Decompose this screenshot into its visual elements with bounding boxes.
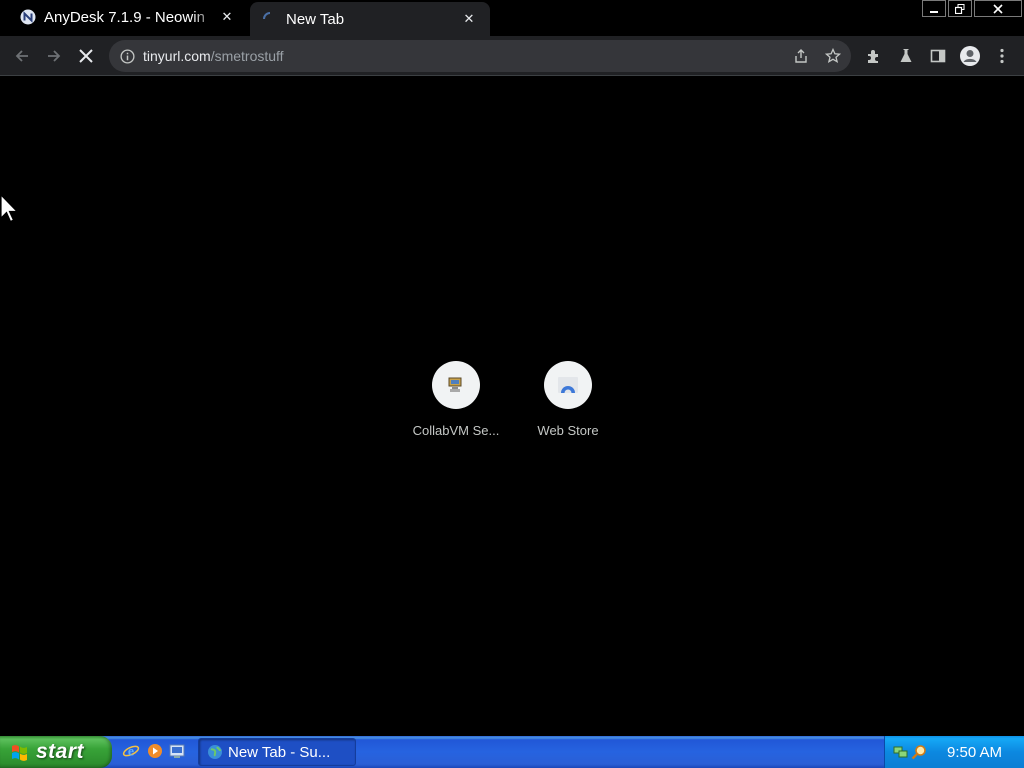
loading-spinner-icon — [262, 11, 278, 27]
tab-title: New Tab — [286, 10, 345, 28]
search-icon[interactable] — [911, 744, 927, 760]
address-url: tinyurl.com/smetrostuff — [143, 48, 284, 64]
minimize-icon — [930, 10, 938, 13]
tab-new-tab[interactable]: New Tab ✕ — [250, 2, 490, 36]
restore-icon — [955, 3, 965, 14]
shortcut-tile[interactable] — [544, 361, 592, 409]
browser-toolbar: tinyurl.com/smetrostuff — [0, 36, 1024, 76]
profile-button[interactable] — [958, 44, 982, 68]
extensions-button[interactable] — [862, 44, 886, 68]
avatar-icon — [960, 46, 980, 66]
window-controls — [922, 0, 1022, 17]
stop-icon — [79, 49, 93, 63]
clock: 9:50 AM — [947, 743, 1003, 761]
url-path: /smetrostuff — [210, 48, 284, 64]
task-button-label: New Tab - Su... — [228, 743, 331, 761]
shortcut-label: Web Store — [537, 423, 599, 438]
restore-button[interactable] — [948, 0, 972, 17]
windows-flag-icon — [12, 745, 27, 761]
info-icon[interactable] — [119, 48, 135, 64]
show-desktop-icon[interactable] — [168, 742, 186, 760]
browser-tab-strip: AnyDesk 7.1.9 - Neowin ✕ New Tab ✕ — [0, 0, 1024, 36]
neowin-icon — [20, 9, 36, 25]
puzzle-icon — [868, 50, 878, 63]
web-store-icon — [558, 377, 578, 393]
arrow-right-icon — [48, 50, 61, 62]
shortcut-tile[interactable] — [432, 361, 480, 409]
internet-explorer-icon[interactable]: e — [122, 742, 140, 760]
close-icon[interactable]: ✕ — [460, 10, 478, 28]
window-close-button[interactable] — [974, 0, 1022, 17]
share-icon[interactable] — [791, 46, 811, 66]
globe-icon — [207, 744, 223, 760]
arrow-left-icon — [15, 50, 28, 62]
shortcut-label: CollabVM Se... — [412, 423, 500, 438]
start-button[interactable]: start — [0, 736, 112, 768]
tab-title: AnyDesk 7.1.9 - Neowin — [44, 8, 205, 26]
labs-button[interactable] — [894, 44, 918, 68]
close-icon[interactable]: ✕ — [218, 8, 236, 26]
shortcut-web-store[interactable]: Web Store — [512, 361, 624, 438]
collabvm-icon — [448, 377, 462, 392]
media-player-icon[interactable] — [146, 742, 164, 760]
system-tray: 9:50 AM — [884, 736, 1024, 768]
side-panel-button[interactable] — [926, 44, 950, 68]
menu-button[interactable] — [990, 44, 1014, 68]
more-vert-icon — [1000, 48, 1004, 64]
side-panel-icon — [930, 49, 946, 63]
network-icon[interactable] — [893, 744, 909, 760]
task-button-new-tab[interactable]: New Tab - Su... — [198, 738, 356, 766]
minimize-button[interactable] — [922, 0, 946, 17]
close-icon — [993, 3, 1003, 14]
taskbar: start e New Tab - Su... 9:50 AM — [0, 736, 1024, 768]
svg-text:e: e — [128, 745, 134, 760]
address-bar[interactable]: tinyurl.com/smetrostuff — [109, 40, 851, 72]
tab-anydesk[interactable]: AnyDesk 7.1.9 - Neowin ✕ — [8, 0, 248, 34]
bookmark-star-icon[interactable] — [823, 46, 843, 66]
shortcut-collabvm[interactable]: CollabVM Se... — [400, 361, 512, 438]
url-domain: tinyurl.com — [143, 48, 211, 64]
mouse-cursor-icon — [0, 194, 18, 223]
back-button[interactable] — [10, 44, 34, 68]
flask-icon — [900, 49, 912, 62]
stop-loading-button[interactable] — [74, 44, 98, 68]
forward-button[interactable] — [42, 44, 66, 68]
start-label: start — [36, 740, 85, 763]
new-tab-page: CollabVM Se... Web Store — [0, 77, 1024, 736]
